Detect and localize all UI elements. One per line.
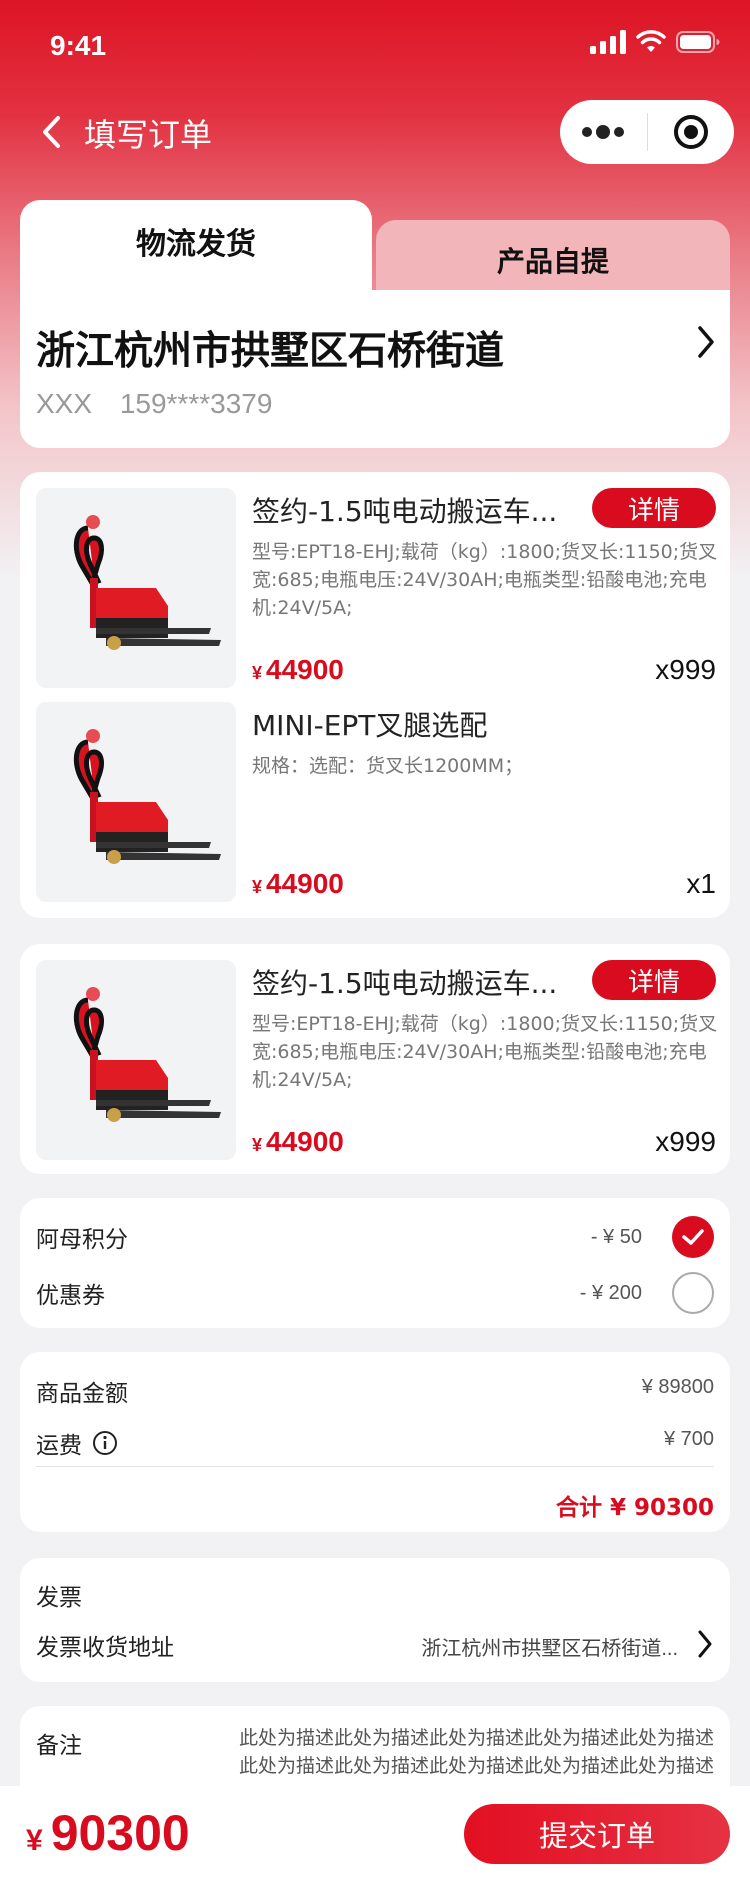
contact-name: XXX	[36, 388, 93, 419]
status-time: 9:41	[50, 30, 107, 61]
coupon-label: 优惠券	[36, 1283, 105, 1309]
detail-button[interactable]: 详情	[592, 488, 716, 528]
chevron-right-icon	[696, 324, 716, 364]
invoice-card: 发票 发票收货地址 浙江杭州市拱墅区石桥街道...	[20, 1558, 730, 1682]
product-spec: 型号:EPT18-EHJ;载荷（kg）:1800;货叉长:1150;货叉宽:68…	[252, 541, 718, 619]
more-button[interactable]	[560, 100, 647, 164]
order-group-card: 签约-1.5吨电动搬运车... 详情 型号:EPT18-EHJ;载荷（kg）:1…	[20, 944, 730, 1174]
goods-amount-value: ¥ 89800	[641, 1376, 714, 1398]
invoice-row: 发票	[36, 1574, 714, 1614]
points-checkbox[interactable]	[672, 1216, 714, 1258]
tab-self-pickup[interactable]: 产品自提	[376, 220, 730, 292]
invoice-label: 发票	[36, 1585, 82, 1611]
coupon-value: - ¥ 200	[579, 1282, 642, 1304]
product-spec: 规格：选配：货叉长1200MM；	[252, 755, 524, 777]
points-label: 阿母积分	[36, 1227, 128, 1253]
accessory-item: MINI-EPT叉腿选配 规格：选配：货叉长1200MM； ¥44900 x1	[36, 702, 716, 902]
more-dots-icon	[582, 125, 625, 139]
amount-summary-card: 商品金额 ¥ 89800 运费 ¥ 700 合计 ¥ 90300	[20, 1352, 730, 1532]
submit-order-button[interactable]: 提交订单	[464, 1804, 730, 1864]
check-icon	[682, 1229, 704, 1245]
product-image	[36, 702, 236, 902]
currency-symbol: ¥	[252, 1135, 263, 1155]
product-price: ¥44900	[252, 868, 344, 900]
product-quantity: x999	[655, 654, 716, 685]
invoice-address-row[interactable]: 发票收货地址 浙江杭州市拱墅区石桥街道...	[36, 1624, 714, 1664]
product-title: 签约-1.5吨电动搬运车...	[252, 495, 558, 528]
close-miniapp-button[interactable]	[648, 100, 735, 164]
coupon-row[interactable]: 优惠券 - ¥ 200	[36, 1272, 714, 1314]
contact-phone: 159****3379	[119, 388, 273, 419]
tab-logistics[interactable]: 物流发货	[20, 200, 372, 292]
product-title: 签约-1.5吨电动搬运车...	[252, 967, 558, 1000]
detail-button[interactable]: 详情	[592, 960, 716, 1000]
product-spec: 型号:EPT18-EHJ;载荷（kg）:1800;货叉长:1150;货叉宽:68…	[252, 1013, 718, 1091]
price-value: 44900	[266, 1126, 344, 1157]
goods-amount-row: 商品金额 ¥ 89800	[36, 1370, 714, 1410]
product-quantity: x999	[655, 1126, 716, 1157]
currency-symbol: ¥	[26, 1824, 43, 1857]
target-circle-icon	[673, 115, 708, 149]
status-bar: 9:41	[0, 0, 750, 88]
bottom-action-bar: ¥ 90300 提交订单	[0, 1786, 750, 1884]
order-total: 合计 ¥ 90300	[555, 1495, 714, 1521]
nav-bar: 填写订单	[0, 96, 750, 166]
points-value: - ¥ 50	[590, 1226, 642, 1248]
invoice-address-value: 浙江杭州市拱墅区石桥街道...	[421, 1638, 678, 1660]
order-group-card: 签约-1.5吨电动搬运车... 详情 型号:EPT18-EHJ;载荷（kg）:1…	[20, 472, 730, 918]
product-title: MINI-EPT叉腿选配	[252, 709, 488, 742]
battery-icon	[676, 30, 720, 58]
price-value: 44900	[266, 654, 344, 685]
product-quantity: x1	[686, 868, 716, 899]
points-row[interactable]: 阿母积分 - ¥ 50	[36, 1216, 714, 1258]
chevron-right-icon	[698, 1630, 712, 1658]
product-image	[36, 960, 236, 1160]
back-button[interactable]	[40, 112, 70, 152]
address-line: 浙江杭州市拱墅区石桥街道	[36, 329, 505, 374]
chevron-left-icon	[43, 116, 60, 148]
shipping-label-group: 运费	[36, 1426, 118, 1460]
bottom-total: ¥ 90300	[26, 1804, 190, 1862]
shipping-value: ¥ 700	[663, 1428, 714, 1450]
divider	[36, 1466, 714, 1467]
bottom-total-value: 90300	[50, 1805, 190, 1861]
price-value: 44900	[266, 868, 344, 899]
page-title: 填写订单	[84, 116, 213, 154]
wifi-icon	[636, 30, 666, 58]
delivery-tabs: 产品自提 物流发货	[20, 200, 730, 292]
info-icon[interactable]	[92, 1430, 118, 1456]
currency-symbol: ¥	[252, 877, 263, 897]
discount-card: 阿母积分 - ¥ 50 优惠券 - ¥ 200	[20, 1198, 730, 1328]
mini-program-capsule	[560, 100, 734, 164]
product-price: ¥44900	[252, 654, 344, 686]
product-price: ¥44900	[252, 1126, 344, 1158]
product-item: 签约-1.5吨电动搬运车... 详情 型号:EPT18-EHJ;载荷（kg）:1…	[36, 960, 718, 1160]
remark-text[interactable]: 此处为描述此处为描述此处为描述此处为描述此处为描述此处为描述此处为描述此处为描述…	[234, 1724, 714, 1780]
currency-symbol: ¥	[252, 663, 263, 683]
product-image	[36, 488, 236, 688]
address-contact: XXX 159****3379	[36, 388, 292, 420]
goods-amount-label: 商品金额	[36, 1381, 128, 1407]
shipping-label: 运费	[36, 1433, 82, 1459]
address-card[interactable]: 浙江杭州市拱墅区石桥街道 XXX 159****3379	[20, 290, 730, 448]
signal-icon	[590, 30, 626, 58]
status-icons	[590, 30, 720, 58]
shipping-row: 运费 ¥ 700	[36, 1422, 714, 1462]
coupon-checkbox[interactable]	[672, 1272, 714, 1314]
invoice-address-label: 发票收货地址	[36, 1635, 174, 1661]
remark-label: 备注	[36, 1733, 82, 1759]
product-item: 签约-1.5吨电动搬运车... 详情 型号:EPT18-EHJ;载荷（kg）:1…	[36, 488, 718, 688]
